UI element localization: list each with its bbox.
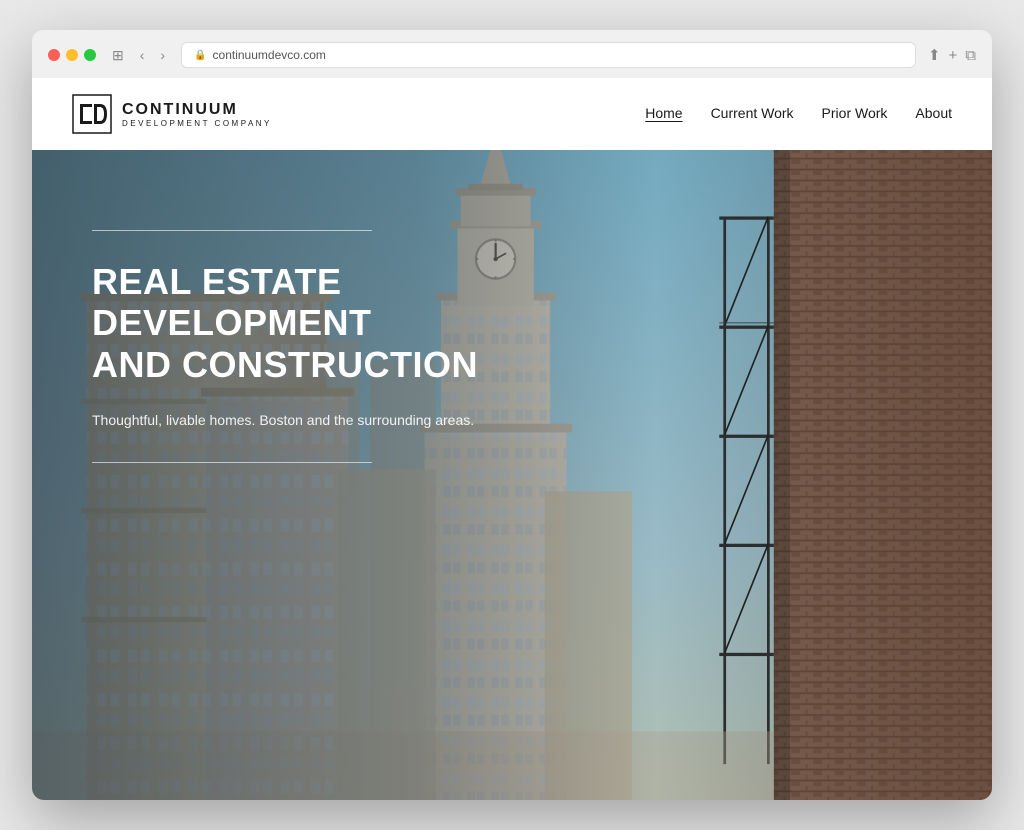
nav-link-prior-work[interactable]: Prior Work	[822, 105, 888, 121]
nav-item-about[interactable]: About	[915, 105, 952, 123]
website-container: CONTINUUM DEVELOPMENT COMPANY Home Curre…	[32, 78, 992, 800]
minimize-button[interactable]	[66, 49, 78, 61]
nav-item-home[interactable]: Home	[645, 105, 682, 123]
browser-window: ⊞ ‹ › 🔒 continuumdevco.com ⬆ + ⧉	[32, 30, 992, 800]
nav-link-about[interactable]: About	[915, 105, 952, 121]
nav-item-prior-work[interactable]: Prior Work	[822, 105, 888, 123]
hero-title: REAL ESTATEDEVELOPMENTAND CONSTRUCTION	[92, 261, 478, 385]
traffic-lights	[48, 49, 96, 61]
logo-company-name: CONTINUUM	[122, 101, 272, 119]
site-nav: CONTINUUM DEVELOPMENT COMPANY Home Curre…	[32, 78, 992, 150]
hero-subtitle: Thoughtful, livable homes. Boston and th…	[92, 409, 478, 431]
hero-content: REAL ESTATEDEVELOPMENTAND CONSTRUCTION T…	[92, 230, 478, 463]
browser-chrome: ⊞ ‹ › 🔒 continuumdevco.com ⬆ + ⧉	[32, 30, 992, 78]
logo-tagline: DEVELOPMENT COMPANY	[122, 119, 272, 128]
tab-overview-button[interactable]: ⧉	[965, 47, 976, 64]
back-button[interactable]: ‹	[136, 46, 149, 64]
logo-text: CONTINUUM DEVELOPMENT COMPANY	[122, 101, 272, 128]
lock-icon: 🔒	[194, 50, 206, 61]
fullscreen-button[interactable]	[84, 49, 96, 61]
new-tab-button[interactable]: +	[949, 47, 958, 64]
hero-divider-bottom	[92, 462, 372, 463]
nav-item-current-work[interactable]: Current Work	[711, 105, 794, 123]
share-button[interactable]: ⬆	[928, 46, 941, 64]
hero-section: REAL ESTATEDEVELOPMENTAND CONSTRUCTION T…	[32, 150, 992, 800]
logo-area: CONTINUUM DEVELOPMENT COMPANY	[72, 94, 272, 134]
nav-link-current-work[interactable]: Current Work	[711, 105, 794, 121]
close-button[interactable]	[48, 49, 60, 61]
hero-divider-top	[92, 230, 372, 231]
browser-controls: ⊞ ‹ ›	[108, 46, 169, 64]
url-text: continuumdevco.com	[213, 48, 326, 62]
forward-button[interactable]: ›	[156, 46, 169, 64]
nav-link-home[interactable]: Home	[645, 105, 682, 121]
sidebar-toggle-button[interactable]: ⊞	[108, 46, 128, 64]
address-bar[interactable]: 🔒 continuumdevco.com	[181, 42, 916, 68]
logo-icon	[72, 94, 112, 134]
browser-right-controls: ⬆ + ⧉	[928, 46, 976, 64]
nav-links: Home Current Work Prior Work About	[645, 105, 952, 123]
